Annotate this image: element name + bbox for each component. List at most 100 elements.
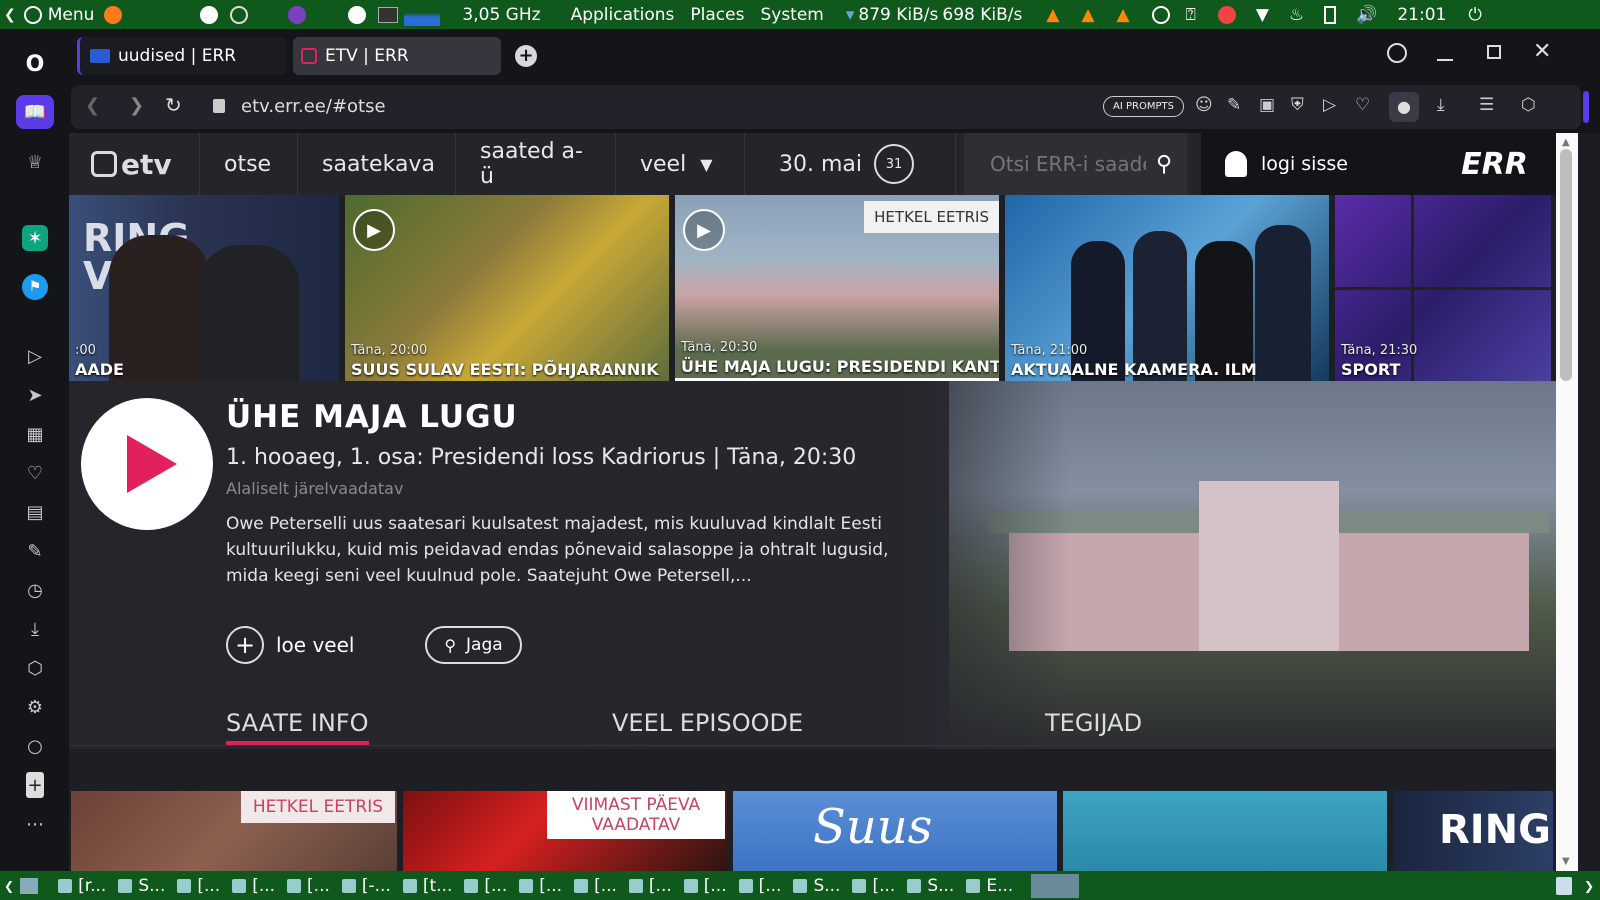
reload-icon[interactable]: ↻ [165,93,182,117]
play-icon[interactable]: ▶ [353,209,395,251]
power-icon[interactable]: ⏻ [1468,5,1481,25]
download-icon[interactable]: ⤓ [1437,95,1445,115]
apps-icon[interactable]: ▦ [22,421,48,447]
etv-logo[interactable]: etv [69,133,200,195]
notification-bell-icon[interactable]: ♨ [1289,5,1304,25]
wifi-icon[interactable]: ▼ [1256,5,1269,25]
menu-icon[interactable] [23,5,42,24]
schedule-item[interactable]: Täna, 21:30 Sport [1335,195,1551,381]
tabs-icon[interactable]: ▤ [22,499,48,525]
more-icon[interactable]: ⋯ [22,811,48,837]
taskbar-window[interactable]: [... [232,876,275,896]
nav-saated-a-u[interactable]: saated a-ü [456,133,616,195]
taskbar-window[interactable]: [t... [402,876,452,896]
search-tabs-icon[interactable] [1387,43,1407,63]
tab-etv[interactable]: ETV | ERR [293,37,501,75]
related-show-item[interactable]: VIIMAST PÄEVA VAADATAV [403,791,727,871]
related-show-item[interactable]: RING [1393,791,1553,871]
show-desktop-icon[interactable] [20,877,39,894]
heart-icon[interactable]: ♡ [22,460,48,486]
back-icon[interactable]: ❮ [85,95,100,116]
play-button[interactable] [81,398,213,530]
terminal-icon[interactable] [378,6,399,23]
url-text[interactable]: etv.err.ee/#otse [241,96,386,117]
taskbar-window[interactable]: S... [118,876,165,896]
chatgpt-icon[interactable]: ✶ [22,225,48,251]
nav-veel[interactable]: veel ▼ [616,133,745,195]
add-panel-icon[interactable]: + [26,772,44,798]
scroll-thumb[interactable] [1560,149,1572,381]
taskbar-window[interactable]: [... [464,876,507,896]
tab-veel-episoode[interactable]: VEEL EPISOODE [612,709,803,737]
chevron-right-icon[interactable]: ❯ [1584,879,1594,893]
send-icon[interactable]: ➤ [22,382,48,408]
restore-icon[interactable] [1487,45,1501,59]
taskbar-window[interactable]: [... [683,876,727,896]
camera-icon[interactable]: ▣ [1259,95,1275,115]
cube-icon[interactable]: ⬡ [1521,95,1536,115]
taskbar-window[interactable]: [... [287,876,330,896]
podcast-icon[interactable] [288,5,307,24]
launcher-icon[interactable] [200,5,219,24]
bluetooth-icon[interactable]: ⍰ [1186,5,1196,25]
sidebar-toggle[interactable] [1583,91,1589,123]
taskbar-window[interactable]: [... [519,876,562,896]
heart-icon[interactable]: ♡ [1355,95,1370,115]
related-show-item[interactable]: Suus [733,791,1057,871]
battery-icon[interactable] [1324,5,1337,24]
settings-icon[interactable] [230,5,249,24]
search-box[interactable]: ⚲ [964,133,1187,195]
tab-saate-info[interactable]: SAATE INFO [226,709,369,745]
schedule-item-current[interactable]: ▶ HETKEL EETRIS Täna, 20:30 Ühe maja lugu… [675,195,999,381]
player-icon[interactable]: ▷ [22,343,48,369]
read-more-button[interactable]: + loe veel [226,626,354,664]
login-button[interactable]: logi sisse [1201,133,1433,195]
schedule-item[interactable]: ▶ Täna, 20:00 Suus sulav Eesti: Põhjarann… [345,195,669,381]
volume-icon[interactable]: 🔊 [1356,5,1377,25]
easy-setup-icon[interactable]: ☰ [1479,95,1494,115]
gear-icon[interactable]: ⚙ [22,694,48,720]
new-tab-button[interactable]: + [515,45,537,67]
ai-prompts-button[interactable]: AI PROMPTS [1103,96,1184,117]
twitter-icon[interactable]: ⚑ [22,274,48,300]
err-logo[interactable]: ERR [1433,133,1556,195]
page-scrollbar[interactable]: ▲ ▼ [1556,133,1578,871]
crown-icon[interactable]: ♕ [22,149,48,175]
vlc-icon[interactable]: ▲ [1081,5,1094,25]
chevron-left-icon[interactable]: ❮ [4,7,16,23]
trash-icon[interactable] [1556,876,1572,895]
schedule-item[interactable]: Täna, 21:00 Aktuaalne kaamera. Ilm [1005,195,1329,381]
date-picker[interactable]: 30. mai 31 [745,133,956,195]
history-icon[interactable]: ◷ [22,577,48,603]
vlc-icon[interactable]: ▲ [1117,5,1130,25]
taskbar-window[interactable]: E... [966,876,1013,896]
edit-icon[interactable]: ✎ [22,538,48,564]
schedule-item[interactable]: RING VAAD :00AADE [69,195,339,381]
taskbar-window[interactable]: [... [852,876,895,896]
reader-icon[interactable]: 📖 [16,95,54,129]
close-icon[interactable]: ✕ [1533,39,1551,64]
edit-icon[interactable]: ✎ [1227,95,1241,115]
scroll-down-icon[interactable]: ▼ [1562,856,1570,867]
taskbar-window[interactable]: S... [793,876,840,896]
taskbar-window[interactable]: [-... [341,876,391,896]
related-show-item[interactable]: HETKEL EETRIS [71,791,397,871]
forward-icon[interactable]: ❯ [129,95,144,116]
emoji-icon[interactable]: ☺ [1195,95,1213,115]
profile-icon[interactable]: ● [1389,92,1419,122]
opera-logo-icon[interactable]: O [22,51,48,77]
nav-saatekava[interactable]: saatekava [298,133,456,195]
firefox-icon[interactable] [104,5,123,24]
menu-button[interactable]: Menu [48,5,95,25]
tab-tegijad[interactable]: TEGIJAD [1045,709,1142,737]
lightbulb-icon[interactable]: ○ [22,733,48,759]
clock[interactable]: 21:01 [1397,5,1446,25]
places-menu[interactable]: Places [690,5,744,25]
taskbar-window[interactable]: [r... [58,876,106,896]
send-icon[interactable]: ▷ [1323,95,1336,115]
system-menu[interactable]: System [760,5,823,25]
taskbar-window[interactable]: [... [738,876,781,896]
opera-icon[interactable] [348,5,367,24]
tab-uudised[interactable]: uudised | ERR [77,37,287,75]
xbox-icon[interactable] [1151,5,1170,24]
